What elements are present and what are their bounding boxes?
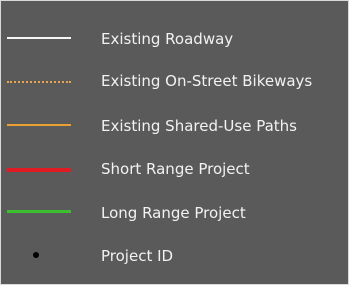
- on-street-bikeway-dotted-line-symbol: [7, 81, 71, 83]
- existing-roadway-label: Existing Roadway: [101, 30, 234, 48]
- long-range-project-line-symbol: [7, 210, 71, 213]
- map-legend: Existing Roadway Existing On-Street Bike…: [0, 0, 349, 285]
- short-range-project-label: Short Range Project: [101, 160, 250, 178]
- shared-use-paths-label: Existing Shared-Use Paths: [101, 117, 297, 135]
- long-range-project-label: Long Range Project: [101, 204, 246, 222]
- project-id-label: Project ID: [101, 247, 174, 265]
- existing-roadway-line-symbol: [7, 37, 71, 39]
- on-street-bikeways-label: Existing On-Street Bikeways: [101, 72, 313, 90]
- short-range-project-line-symbol: [7, 168, 71, 172]
- project-id-dot-symbol: [33, 252, 39, 258]
- shared-use-path-line-symbol: [7, 124, 71, 126]
